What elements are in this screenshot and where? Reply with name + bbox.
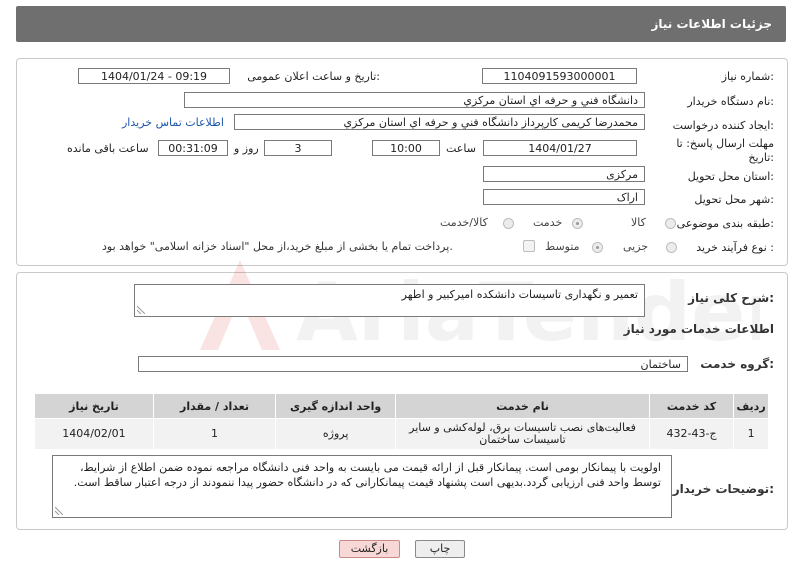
service-group-field[interactable]: ساختمان [138,356,688,372]
cell-qty: 1 [152,418,277,450]
need-number-label: شماره نیاز: [721,70,774,83]
buyer-notes-text: اولویت با پیمانکار بومی است. پیمانکار قب… [73,461,661,489]
category-service-label: خدمت [533,216,563,229]
announce-datetime-label: تاریخ و ساعت اعلان عمومی: [247,70,380,83]
description-text: تعمیر و نگهداری تاسیسات دانشکده امیرکبیر… [401,288,638,301]
deadline-label-line2: تاریخ: [748,151,774,164]
col-unit-header: واحد اندازه گیری [275,393,397,419]
col-row-header: ردیف [733,393,769,419]
deadline-label-line1: مهلت ارسال پاسخ: تا [676,137,774,150]
resize-handle-icon[interactable] [55,507,63,515]
col-date-header: تاریخ نیاز [34,393,154,419]
buyer-org-field[interactable]: دانشگاه فني و حرفه اي استان مرکزي [184,92,645,108]
deadline-time-field[interactable]: 10:00 [372,140,440,156]
remaining-time-field[interactable]: 00:31:09 [158,140,228,156]
services-table: ردیف کد خدمت نام خدمت واحد اندازه گیری ت… [34,393,769,450]
print-button[interactable]: چاپ [415,540,465,558]
buyer-notes-textarea[interactable]: اولویت با پیمانکار بومی است. پیمانکار قب… [52,455,672,518]
back-button[interactable]: بازگشت [339,540,400,558]
need-details-panel [16,58,788,266]
page-header: جزئیات اطلاعات نیاز [16,6,786,42]
buyer-org-label: نام دستگاه خریدار: [687,95,774,108]
description-textarea[interactable]: تعمیر و نگهداری تاسیسات دانشکده امیرکبیر… [134,284,645,317]
cell-row: 1 [733,418,769,450]
buyer-contact-link[interactable]: اطلاعات تماس خریدار [122,116,224,129]
table-header-row: ردیف کد خدمت نام خدمت واحد اندازه گیری ت… [34,393,769,419]
remaining-time-label: ساعت باقی مانده [67,142,149,155]
cell-unit: پروژه [275,418,397,450]
announce-datetime-field[interactable]: 1404/01/24 - 09:19 [78,68,230,84]
category-goods-radio[interactable] [665,218,676,229]
cell-date: 1404/02/01 [34,418,154,450]
service-group-label: گروه خدمت: [700,357,774,371]
deadline-days-field[interactable]: 3 [264,140,332,156]
category-service-radio[interactable] [572,218,583,229]
delivery-city-label: شهر محل تحویل: [694,193,774,206]
cell-code: ج-43-432 [648,418,735,450]
description-label: شرح کلی نیاز: [688,291,774,305]
category-label: طبقه بندی موضوعی: [676,217,774,230]
buyer-notes-label: توضیحات خریدار: [672,482,774,496]
col-qty-header: تعداد / مقدار [152,393,277,419]
need-number-field[interactable]: 1104091593000001 [482,68,637,84]
category-goods-service-label: کالا/خدمت [440,216,488,229]
cell-name: فعالیت‌های نصب تاسیسات برق، لوله‌کشی و س… [395,418,650,450]
delivery-province-field[interactable]: مرکزی [483,166,645,182]
deadline-time-label: ساعت [446,142,476,155]
delivery-city-field[interactable]: اراک [483,189,645,205]
deadline-days-label: روز و [234,142,259,155]
page-title: جزئیات اطلاعات نیاز [651,17,772,31]
requester-label: ایجاد کننده درخواست: [672,119,774,132]
deadline-date-field[interactable]: 1404/01/27 [483,140,637,156]
services-section-title: اطلاعات خدمات مورد نیاز [623,322,774,336]
delivery-province-label: استان محل تحویل: [687,170,774,183]
category-goods-label: کالا [631,216,646,229]
requester-field[interactable]: محمدرضا کریمی کارپرداز دانشگاه فني و حرف… [234,114,645,130]
table-row: 1 ج-43-432 فعالیت‌های نصب تاسیسات برق، ل… [34,418,769,450]
resize-handle-icon[interactable] [137,306,145,314]
col-code-header: کد خدمت [648,393,735,419]
col-name-header: نام خدمت [395,393,650,419]
category-goods-service-radio[interactable] [503,218,514,229]
